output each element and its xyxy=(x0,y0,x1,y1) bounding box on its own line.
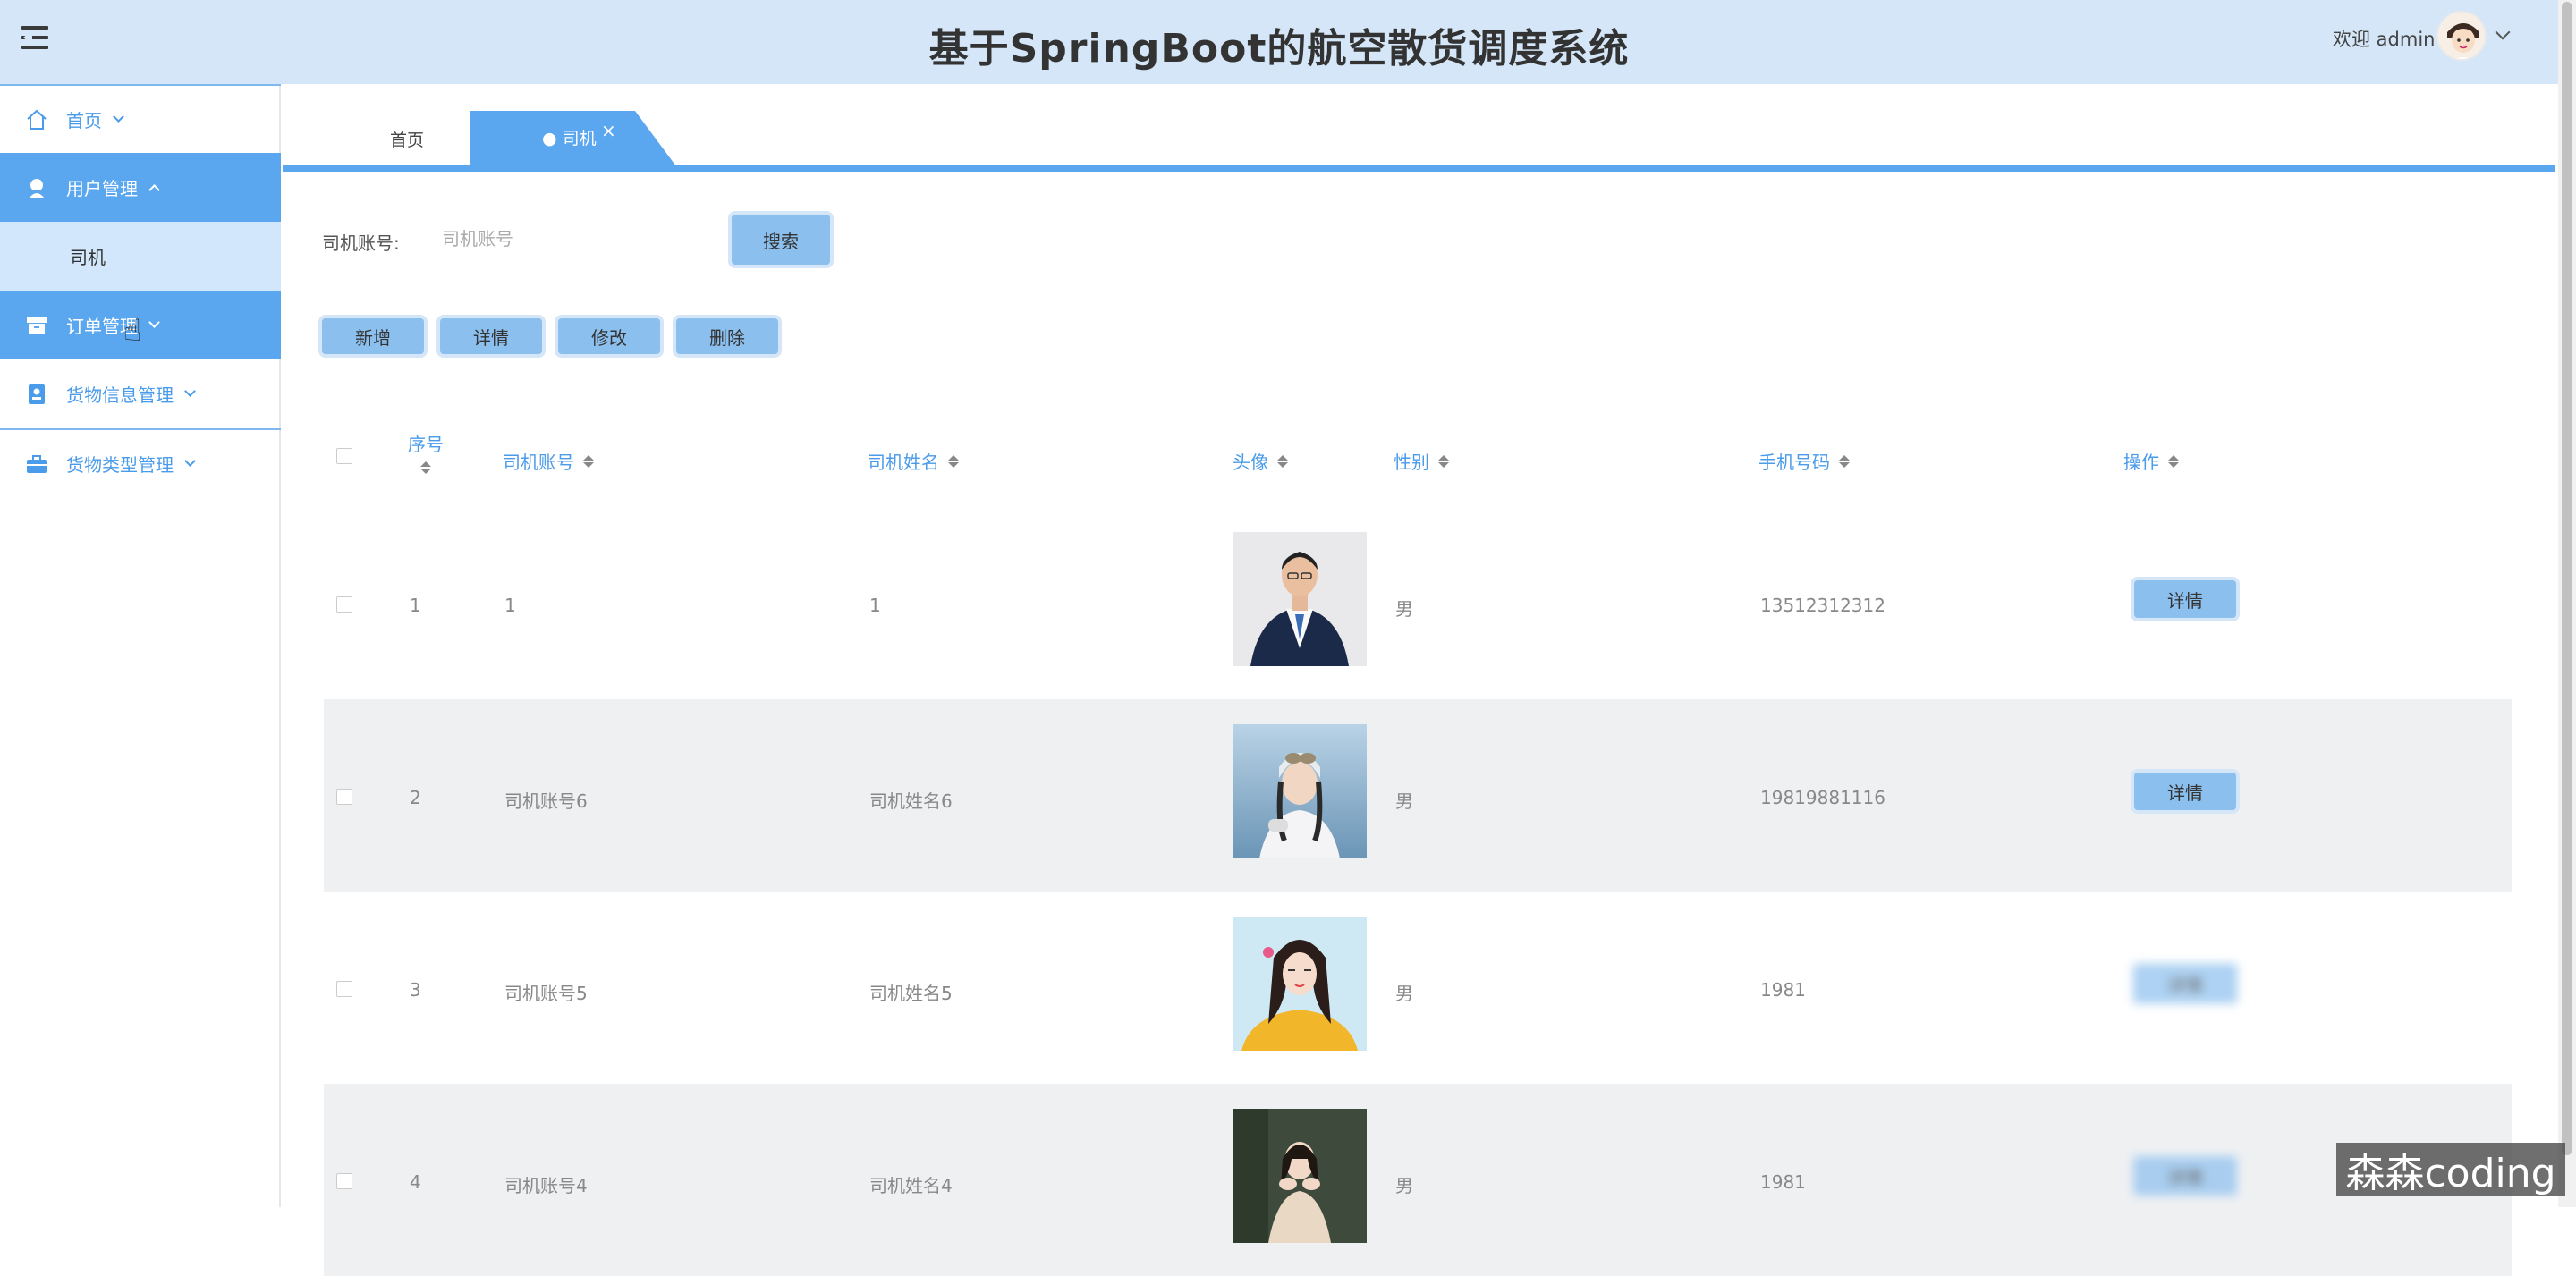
row-phone: 1981 xyxy=(1760,1171,1806,1193)
sidebar-item-label: 首页 xyxy=(66,110,102,131)
header-gender[interactable]: 性别 xyxy=(1394,448,1449,474)
row-index: 1 xyxy=(410,595,421,616)
welcome-text: 欢迎 admin xyxy=(2333,29,2436,50)
tab-close-icon[interactable]: × xyxy=(601,120,616,141)
table-row[interactable]: 1 1 1 男 13512312312 详情 xyxy=(324,507,2512,699)
top-header: 基于SpringBoot的航空散货调度系统 欢迎 admin xyxy=(0,0,2558,84)
delete-button[interactable]: 删除 xyxy=(676,318,778,354)
driver-table: 序号 司机账号 司机姓名 头像 性别 手机号码 操作 1 1 1 男 13512… xyxy=(324,410,2512,1276)
row-checkbox[interactable] xyxy=(336,789,352,805)
row-detail-button[interactable]: 详情 xyxy=(2134,580,2236,618)
table-row[interactable]: 3 司机账号5 司机姓名5 男 1981 详情 xyxy=(324,892,2512,1084)
row-phone: 19819881116 xyxy=(1760,787,1885,808)
row-checkbox[interactable] xyxy=(336,596,352,613)
driver-account-search-input[interactable] xyxy=(429,220,698,258)
chevron-down-icon xyxy=(148,317,160,328)
sidebar-item-goods-type[interactable]: 货物类型管理 xyxy=(0,428,281,497)
header-index[interactable]: 序号 xyxy=(408,430,444,474)
driver-avatar-image xyxy=(1233,724,1367,858)
header-name[interactable]: 司机姓名 xyxy=(868,448,959,474)
header-avatar[interactable]: 头像 xyxy=(1233,448,1288,474)
sort-icon xyxy=(1277,454,1288,468)
search-button[interactable]: 搜索 xyxy=(732,215,830,265)
row-detail-button[interactable]: 详情 xyxy=(2134,1157,2236,1195)
sort-icon xyxy=(1438,454,1449,468)
sidebar-item-label: 货物类型管理 xyxy=(66,454,174,476)
briefcase-icon xyxy=(25,452,48,476)
row-name: 司机姓名5 xyxy=(869,983,953,1004)
header-action[interactable]: 操作 xyxy=(2123,448,2179,474)
watermark: 森森coding xyxy=(2336,1143,2565,1196)
header-phone[interactable]: 手机号码 xyxy=(1758,448,1850,474)
app-title: 基于SpringBoot的航空散货调度系统 xyxy=(928,26,1630,72)
row-name: 1 xyxy=(869,595,881,616)
row-phone: 13512312312 xyxy=(1760,595,1885,616)
row-name: 司机姓名4 xyxy=(869,1175,953,1196)
row-index: 3 xyxy=(410,979,421,1001)
chevron-up-icon xyxy=(148,184,160,196)
sidebar: 首页 用户管理 司机 订单管理 货物信息管理 货物类型管理 xyxy=(0,84,281,1207)
driver-avatar-image xyxy=(1233,917,1367,1051)
row-checkbox[interactable] xyxy=(336,1173,352,1189)
row-index: 4 xyxy=(410,1171,421,1193)
row-gender: 男 xyxy=(1395,598,1413,620)
row-account: 司机账号5 xyxy=(504,983,588,1004)
row-account: 司机账号6 xyxy=(504,790,588,812)
detail-button[interactable]: 详情 xyxy=(440,318,542,354)
table-row[interactable]: 2 司机账号6 司机姓名6 男 19819881116 详情 xyxy=(324,699,2512,892)
add-button[interactable]: 新增 xyxy=(322,318,424,354)
row-account: 司机账号4 xyxy=(504,1175,588,1196)
row-index: 2 xyxy=(410,787,421,808)
table-header: 序号 司机账号 司机姓名 头像 性别 手机号码 操作 xyxy=(324,410,2512,507)
sort-icon xyxy=(948,454,959,468)
tab-home[interactable]: 首页 xyxy=(390,127,424,151)
sidebar-item-home[interactable]: 首页 xyxy=(0,84,281,153)
tab-underline xyxy=(283,165,2555,172)
tab-bar: 首页 ● 司机 × xyxy=(283,111,2555,166)
sidebar-item-user-management[interactable]: 用户管理 xyxy=(0,153,281,222)
table-row[interactable]: 4 司机账号4 司机姓名4 男 1981 详情 xyxy=(324,1084,2512,1276)
sort-icon xyxy=(1839,454,1850,468)
row-name: 司机姓名6 xyxy=(869,790,953,812)
edit-button[interactable]: 修改 xyxy=(558,318,660,354)
home-icon xyxy=(25,108,48,131)
driver-avatar-image xyxy=(1233,532,1367,666)
sidebar-item-driver[interactable]: 司机 xyxy=(0,222,281,291)
row-gender: 男 xyxy=(1395,1175,1413,1196)
select-all-checkbox[interactable] xyxy=(336,448,352,464)
sidebar-item-label: 货物信息管理 xyxy=(66,384,174,406)
row-gender: 男 xyxy=(1395,790,1413,812)
sort-icon xyxy=(420,461,431,474)
row-detail-button[interactable]: 详情 xyxy=(2134,965,2236,1002)
row-detail-button[interactable]: 详情 xyxy=(2134,773,2236,810)
chevron-down-icon xyxy=(184,385,196,397)
tab-driver[interactable]: ● 司机 xyxy=(542,125,597,149)
sort-icon xyxy=(583,454,594,468)
sidebar-item-label: 用户管理 xyxy=(66,178,138,199)
chevron-down-icon xyxy=(113,111,124,123)
driver-avatar-image xyxy=(1233,1109,1367,1243)
row-gender: 男 xyxy=(1395,983,1413,1004)
contact-icon xyxy=(25,383,48,406)
user-avatar[interactable] xyxy=(2436,11,2487,61)
row-phone: 1981 xyxy=(1760,979,1806,1001)
header-account[interactable]: 司机账号 xyxy=(503,448,594,474)
sidebar-item-goods-info[interactable]: 货物信息管理 xyxy=(0,359,281,428)
sort-icon xyxy=(2168,454,2179,468)
scrollbar-thumb[interactable] xyxy=(2562,2,2572,1155)
row-checkbox[interactable] xyxy=(336,981,352,997)
search-label: 司机账号: xyxy=(322,232,400,254)
user-icon xyxy=(25,176,48,199)
chevron-down-icon xyxy=(184,455,196,467)
page-scrollbar[interactable] xyxy=(2558,0,2576,1207)
row-account: 1 xyxy=(504,595,516,616)
box-icon xyxy=(25,314,48,337)
hand-cursor-icon: ☝ xyxy=(123,313,142,349)
sidebar-item-label: 司机 xyxy=(70,247,106,268)
